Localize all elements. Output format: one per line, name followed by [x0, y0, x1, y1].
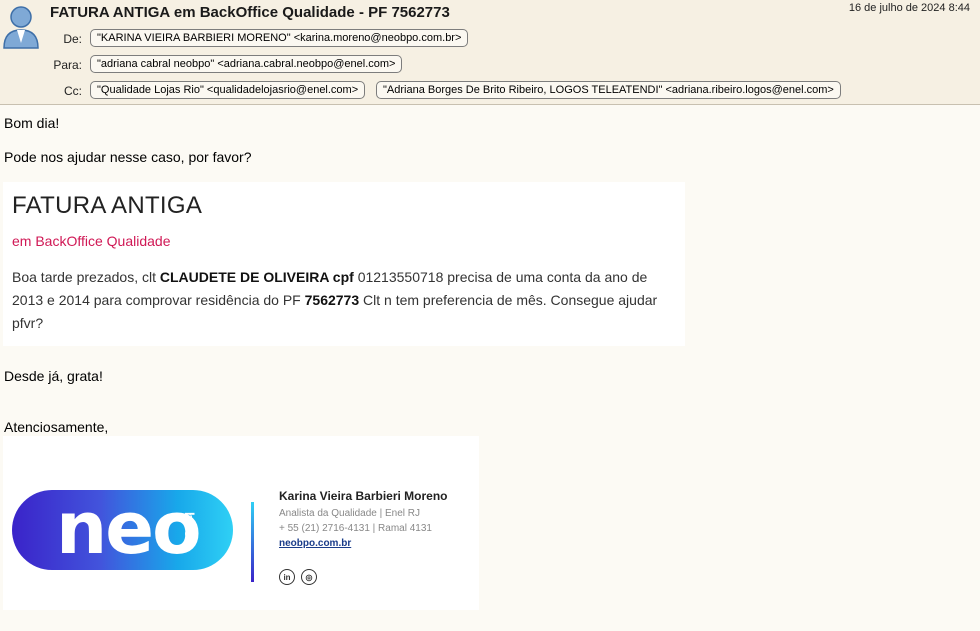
instagram-icon[interactable]: ◎: [301, 569, 317, 585]
quoted-subtitle: em BackOffice Qualidade: [12, 233, 171, 249]
cc-label: Cc:: [64, 84, 82, 98]
from-label: De:: [63, 32, 82, 46]
signature-role: Analista da Qualidade | Enel RJ: [279, 508, 421, 519]
cc-address-chip[interactable]: "Adriana Borges De Brito Ribeiro, LOGOS …: [376, 81, 841, 99]
signature-name: Karina Vieira Barbieri Moreno: [279, 489, 448, 503]
from-address-chip[interactable]: "KARINA VIEIRA BARBIERI MORENO" <karina.…: [90, 29, 469, 47]
signature-website-link[interactable]: neobpo.com.br: [279, 538, 351, 549]
email-signature: neo bpo Karina Vieira Barbieri Moreno An…: [3, 436, 479, 610]
email-date: 16 de julho de 2024 8:44: [848, 2, 970, 14]
message-header: FATURA ANTIGA em BackOffice Qualidade - …: [0, 0, 980, 105]
cc-address-chip[interactable]: "Qualidade Lojas Rio" <qualidadelojasrio…: [90, 81, 366, 99]
regards-text: Atenciosamente,: [4, 419, 109, 435]
quoted-title: FATURA ANTIGA: [12, 192, 203, 219]
quoted-bold-text: CLAUDETE DE OLIVEIRA cpf: [159, 269, 354, 285]
greeting-text: Bom dia!: [4, 115, 60, 131]
quoted-card: FATURA ANTIGA em BackOffice Qualidade Bo…: [3, 182, 685, 346]
linkedin-icon[interactable]: in: [279, 569, 295, 585]
request-text: Pode nos ajudar nesse caso, por favor?: [4, 149, 252, 165]
email-subject: FATURA ANTIGA em BackOffice Qualidade - …: [50, 4, 450, 21]
signature-phone: + 55 (21) 2716-4131 | Ramal 4131: [279, 523, 432, 534]
quoted-bold-text: 7562773: [304, 292, 360, 308]
neobpo-logo: neo bpo: [12, 486, 233, 570]
to-label: Para:: [53, 58, 82, 72]
logo-subtext: bpo: [182, 512, 197, 539]
quoted-body: Boa tarde prezados, clt CLAUDETE DE OLIV…: [12, 266, 682, 335]
logo-text: neo: [56, 486, 202, 570]
to-address-chip[interactable]: "adriana cabral neobpo" <adriana.cabral.…: [90, 55, 403, 73]
signature-divider: [251, 502, 254, 582]
closing-text: Desde já, grata!: [4, 368, 103, 384]
quoted-text: Boa tarde prezados, clt: [12, 269, 160, 285]
